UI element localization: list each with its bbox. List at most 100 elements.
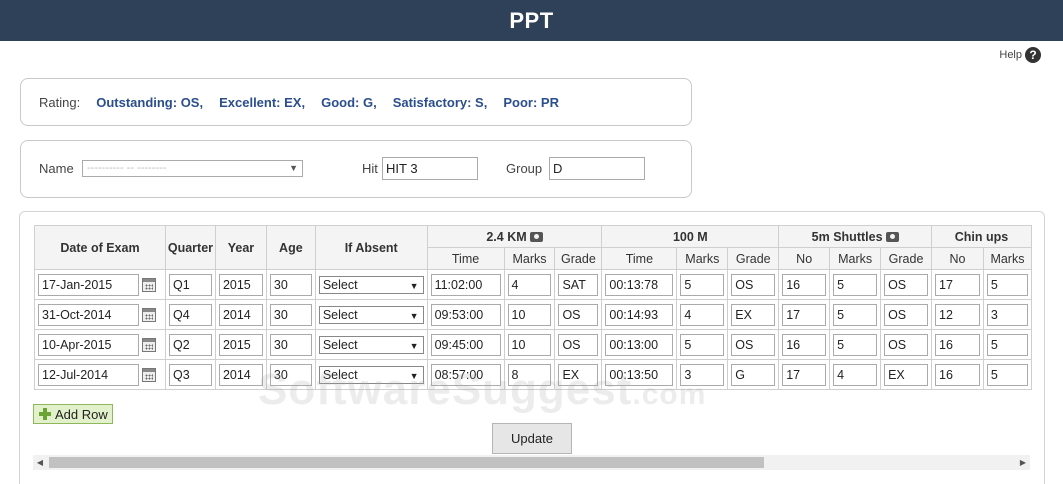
age-input[interactable]: 30 xyxy=(269,333,312,356)
shuttle-grade-input[interactable]: OS xyxy=(884,333,928,356)
calendar-icon[interactable] xyxy=(142,337,156,352)
absent-cell: Select ▼ xyxy=(314,269,428,300)
date-input[interactable]: 31-Oct-2014 xyxy=(38,303,139,326)
calendar-icon[interactable] xyxy=(142,367,156,382)
shuttle-no-input[interactable]: 17 xyxy=(782,303,827,326)
m100-grade-input[interactable]: EX xyxy=(731,303,776,326)
shuttle-marks-input[interactable]: 5 xyxy=(833,273,878,296)
m100-marks-input[interactable]: 5 xyxy=(680,273,725,296)
subheader-marks: Marks xyxy=(503,247,556,270)
km-marks-input[interactable]: 10 xyxy=(507,303,552,326)
m100-marks-input[interactable]: 4 xyxy=(680,303,725,326)
score-cell: 16 xyxy=(931,359,984,390)
shuttle-grade-input[interactable]: OS xyxy=(884,273,928,296)
chinup-no-input[interactable]: 16 xyxy=(935,333,980,356)
shuttle-marks-input[interactable]: 5 xyxy=(833,333,878,356)
subheader-time: Time xyxy=(601,247,678,270)
score-cell: OS xyxy=(727,329,780,360)
chinup-marks-input[interactable]: 3 xyxy=(986,303,1028,326)
camera-icon[interactable] xyxy=(529,231,543,242)
hit-input[interactable]: HIT 3 xyxy=(382,157,478,180)
km-marks-input[interactable]: 8 xyxy=(507,363,552,386)
m100-time-input[interactable]: 00:13:78 xyxy=(605,273,674,296)
year-input[interactable]: 2014 xyxy=(218,303,263,326)
km-grade-input[interactable]: EX xyxy=(558,363,599,386)
km-grade-input[interactable]: SAT xyxy=(558,273,599,296)
rating-label: Rating: xyxy=(39,94,81,110)
score-cell: 3 xyxy=(982,299,1032,330)
scroll-right-icon[interactable]: ▶ xyxy=(1016,455,1030,470)
score-cell: 3 xyxy=(676,359,729,390)
scroll-left-icon[interactable]: ◀ xyxy=(33,455,47,470)
km-grade-input[interactable]: OS xyxy=(558,303,599,326)
date-input[interactable]: 12-Jul-2014 xyxy=(38,363,139,386)
chinup-no-input[interactable]: 17 xyxy=(935,273,980,296)
km-time-input[interactable]: 11:02:00 xyxy=(430,273,501,296)
if-absent-select[interactable]: Select ▼ xyxy=(318,305,424,324)
shuttle-marks-input[interactable]: 4 xyxy=(833,363,878,386)
chinup-no-input[interactable]: 12 xyxy=(935,303,980,326)
m100-marks-input[interactable]: 5 xyxy=(680,333,725,356)
year-input[interactable]: 2015 xyxy=(218,273,263,296)
help-link[interactable]: Help ? xyxy=(999,47,1041,63)
chinup-marks-input[interactable]: 5 xyxy=(986,363,1028,386)
km-time-input[interactable]: 09:53:00 xyxy=(430,303,501,326)
km-marks-input[interactable]: 10 xyxy=(507,333,552,356)
km-grade-input[interactable]: OS xyxy=(558,333,599,356)
if-absent-select-value: Select xyxy=(322,367,358,382)
m100-time-input[interactable]: 00:13:50 xyxy=(605,363,674,386)
add-row-button[interactable]: Add Row xyxy=(33,404,113,424)
chevron-down-icon: ▼ xyxy=(409,280,419,291)
quarter-input[interactable]: Q1 xyxy=(168,273,212,296)
m100-marks-input[interactable]: 3 xyxy=(680,363,725,386)
update-button[interactable]: Update xyxy=(492,423,572,454)
quarter-input[interactable]: Q4 xyxy=(168,303,212,326)
scrollbar-thumb[interactable] xyxy=(49,457,764,468)
shuttle-grade-input[interactable]: OS xyxy=(884,303,928,326)
m100-grade-input[interactable]: OS xyxy=(731,333,776,356)
shuttle-no-input[interactable]: 16 xyxy=(782,273,827,296)
camera-icon[interactable] xyxy=(885,231,899,242)
m100-time-input[interactable]: 00:14:93 xyxy=(605,303,674,326)
quarter-input[interactable]: Q3 xyxy=(168,363,212,386)
score-cell: 16 xyxy=(931,329,984,360)
horizontal-scrollbar[interactable]: ◀ ▶ xyxy=(33,455,1030,470)
subheader-grade: Grade xyxy=(880,247,932,270)
quarter-input[interactable]: Q2 xyxy=(168,333,212,356)
date-input[interactable]: 10-Apr-2015 xyxy=(38,333,139,356)
year-input[interactable]: 2015 xyxy=(218,333,263,356)
if-absent-select[interactable]: Select ▼ xyxy=(318,365,424,384)
shuttle-no-input[interactable]: 17 xyxy=(782,363,827,386)
calendar-icon[interactable] xyxy=(142,277,156,292)
date-input[interactable]: 17-Jan-2015 xyxy=(38,273,139,296)
age-input[interactable]: 30 xyxy=(269,363,312,386)
m100-time-input[interactable]: 00:13:00 xyxy=(605,333,674,356)
age-input[interactable]: 30 xyxy=(269,273,312,296)
score-cell: OS xyxy=(880,299,932,330)
year-cell: 2014 xyxy=(214,359,267,390)
shuttle-marks-input[interactable]: 5 xyxy=(833,303,878,326)
year-input[interactable]: 2014 xyxy=(218,363,263,386)
group-input[interactable]: D xyxy=(549,157,645,180)
score-cell: 00:13:00 xyxy=(601,329,678,360)
chinup-marks-input[interactable]: 5 xyxy=(986,273,1028,296)
m100-grade-input[interactable]: OS xyxy=(731,273,776,296)
if-absent-select[interactable]: Select ▼ xyxy=(318,275,424,294)
km-time-input[interactable]: 08:57:00 xyxy=(430,363,501,386)
km-time-input[interactable]: 09:45:00 xyxy=(430,333,501,356)
if-absent-select[interactable]: Select ▼ xyxy=(318,335,424,354)
calendar-icon[interactable] xyxy=(142,307,156,322)
name-select[interactable]: ---------- -- -------- ▼ xyxy=(82,160,303,177)
m100-grade-input[interactable]: G xyxy=(731,363,776,386)
shuttle-no-input[interactable]: 16 xyxy=(782,333,827,356)
year-cell: 2015 xyxy=(214,269,267,300)
age-input[interactable]: 30 xyxy=(269,303,312,326)
shuttle-grade-input[interactable]: EX xyxy=(884,363,928,386)
chevron-down-icon: ▼ xyxy=(289,163,298,173)
km-marks-input[interactable]: 4 xyxy=(507,273,552,296)
score-cell: OS xyxy=(880,329,932,360)
table-row: 17-Jan-2015 Q1 2015 30 Select ▼ 11:02:00 4 SAT 00… xyxy=(34,269,1032,300)
chinup-marks-input[interactable]: 5 xyxy=(986,333,1028,356)
rating-satisfactory: Satisfactory: S, xyxy=(392,94,488,110)
chinup-no-input[interactable]: 16 xyxy=(935,363,980,386)
